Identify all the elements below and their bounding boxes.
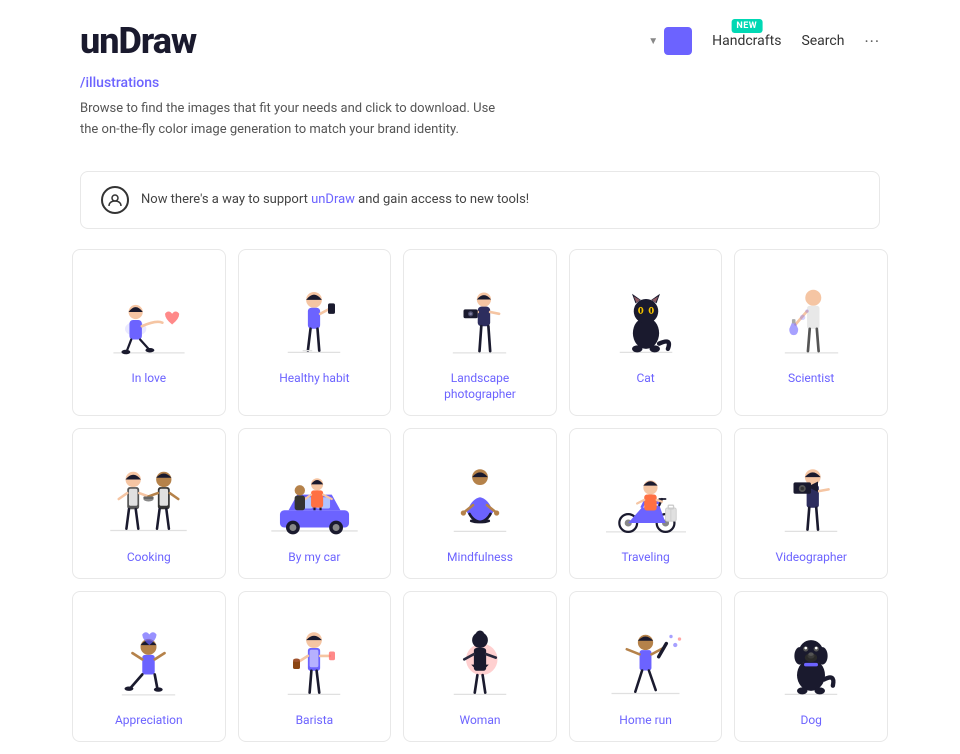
list-item[interactable]: In love bbox=[72, 249, 226, 417]
illustration-in-love bbox=[83, 270, 215, 360]
list-item[interactable]: Scientist bbox=[734, 249, 888, 417]
nav-more-button[interactable]: ··· bbox=[864, 32, 880, 51]
list-item[interactable]: Cooking bbox=[72, 428, 226, 579]
new-badge: NEW bbox=[731, 19, 762, 33]
item-label: Home run bbox=[619, 712, 672, 729]
item-label: Mindfulness bbox=[447, 549, 513, 566]
logo: unDraw bbox=[80, 20, 196, 62]
illustration-mindfulness bbox=[414, 449, 546, 539]
list-item[interactable]: Mindfulness bbox=[403, 428, 557, 579]
list-item[interactable]: Woman bbox=[403, 591, 557, 742]
item-label: Videographer bbox=[775, 549, 846, 566]
illustration-home-run bbox=[580, 612, 712, 702]
item-label: Dog bbox=[800, 712, 821, 729]
item-label: Cat bbox=[636, 370, 654, 387]
list-item[interactable]: Appreciation bbox=[72, 591, 226, 742]
banner-icon bbox=[101, 186, 129, 214]
item-label: Barista bbox=[296, 712, 334, 729]
item-label: Scientist bbox=[788, 370, 834, 387]
list-item[interactable]: Home run bbox=[569, 591, 723, 742]
color-arrow-icon: ▼ bbox=[648, 36, 658, 47]
header: unDraw ▼ NEW Handcrafts Search ··· bbox=[0, 0, 960, 72]
grid-row-1: In love bbox=[72, 249, 888, 417]
illustration-woman bbox=[414, 612, 546, 702]
color-picker[interactable]: ▼ bbox=[648, 27, 692, 55]
illustration-traveling bbox=[580, 449, 712, 539]
color-swatch[interactable] bbox=[664, 27, 692, 55]
nav: ▼ NEW Handcrafts Search ··· bbox=[648, 27, 880, 55]
item-label: Appreciation bbox=[115, 712, 183, 729]
list-item[interactable]: Traveling bbox=[569, 428, 723, 579]
item-label: In love bbox=[131, 370, 166, 387]
nav-search[interactable]: Search bbox=[801, 33, 844, 49]
subtitle-section: /illustrations Browse to find the images… bbox=[0, 72, 960, 161]
item-label: Traveling bbox=[621, 549, 669, 566]
item-label: By my car bbox=[288, 549, 340, 566]
illustration-cat bbox=[580, 270, 712, 360]
illustration-appreciation bbox=[83, 612, 215, 702]
illustration-barista bbox=[249, 612, 381, 702]
illustration-by-my-car bbox=[249, 449, 381, 539]
banner-text: Now there's a way to support unDraw and … bbox=[141, 192, 529, 207]
illustration-dog bbox=[745, 612, 877, 702]
illustration-videographer bbox=[745, 449, 877, 539]
illustration-healthy-habit bbox=[249, 270, 381, 360]
description: Browse to find the images that fit your … bbox=[80, 99, 880, 141]
grid-row-2: Cooking bbox=[72, 428, 888, 579]
item-label: Landscapephotographer bbox=[444, 370, 516, 404]
illustration-landscape-photographer bbox=[414, 270, 546, 360]
illustration-scientist bbox=[745, 270, 877, 360]
grid-row-3: Appreciation bbox=[72, 591, 888, 742]
list-item[interactable]: Barista bbox=[238, 591, 392, 742]
illustrations-link[interactable]: /illustrations bbox=[80, 75, 159, 91]
item-label: Woman bbox=[459, 712, 500, 729]
list-item[interactable]: Dog bbox=[734, 591, 888, 742]
list-item[interactable]: Videographer bbox=[734, 428, 888, 579]
list-item[interactable]: Cat bbox=[569, 249, 723, 417]
nav-handcrafts[interactable]: NEW Handcrafts bbox=[712, 33, 781, 49]
item-label: Cooking bbox=[127, 549, 171, 566]
illustration-cooking bbox=[83, 449, 215, 539]
illustrations-grid: In love bbox=[0, 249, 960, 742]
list-item[interactable]: By my car bbox=[238, 428, 392, 579]
list-item[interactable]: Landscapephotographer bbox=[403, 249, 557, 417]
list-item[interactable]: Healthy habit bbox=[238, 249, 392, 417]
item-label: Healthy habit bbox=[279, 370, 349, 387]
support-banner[interactable]: Now there's a way to support unDraw and … bbox=[80, 171, 880, 229]
